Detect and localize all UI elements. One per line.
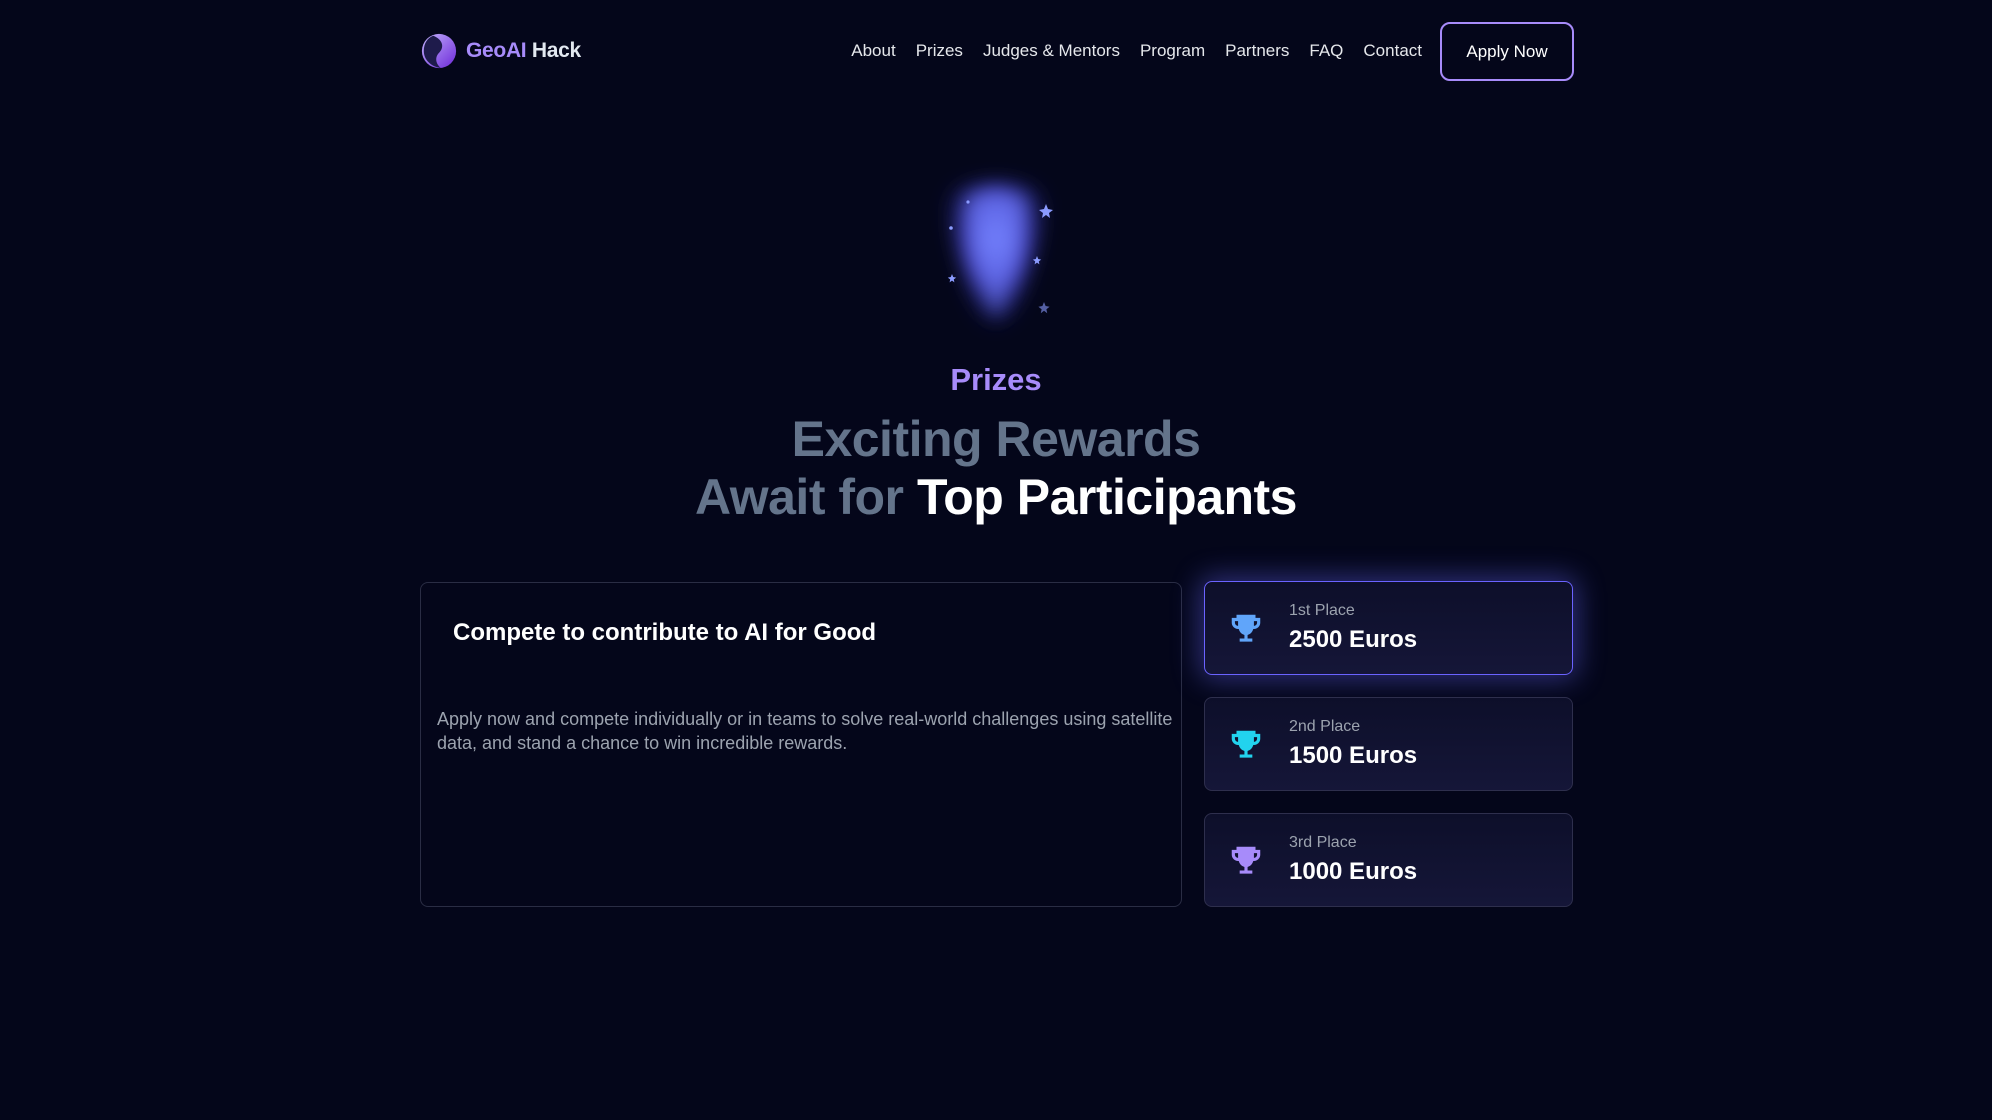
nav-link-contact[interactable]: Contact — [1363, 41, 1422, 61]
prizes-page: GeoAI Hack About Prizes Judges & Mentors… — [0, 0, 1992, 1120]
prize-amount: 1000 Euros — [1289, 858, 1418, 885]
glowing-trophy-icon — [944, 182, 1053, 345]
prize-place: 1st Place — [1289, 602, 1355, 619]
logo-icon — [421, 33, 457, 69]
info-title: Compete to contribute to AI for Good — [453, 619, 877, 646]
trophy-icon — [1231, 614, 1261, 642]
logo-text: GeoAI Hack — [466, 39, 581, 63]
prize-card-2nd: 2nd Place 1500 Euros — [1204, 697, 1573, 791]
info-body: Apply now and compete individually or in… — [437, 709, 1173, 753]
prize-place: 3rd Place — [1289, 834, 1357, 851]
headline-line2-bright: Top Participants — [916, 469, 1298, 525]
logo-link[interactable]: GeoAI Hack — [420, 32, 581, 70]
prize-card-3rd: 3rd Place 1000 Euros — [1204, 813, 1573, 907]
prize-card-1st: 1st Place 2500 Euros — [1204, 581, 1573, 675]
top-nav: GeoAI Hack About Prizes Judges & Mentors… — [420, 22, 1574, 81]
prize-amount: 2500 Euros — [1289, 626, 1418, 653]
trophy-icon — [1231, 846, 1261, 874]
nav-link-prizes[interactable]: Prizes — [916, 41, 963, 61]
nav-link-partners[interactable]: Partners — [1225, 41, 1289, 61]
nav-link-judges-mentors[interactable]: Judges & Mentors — [983, 41, 1120, 61]
nav-link-faq[interactable]: FAQ — [1309, 41, 1343, 61]
nav-link-about[interactable]: About — [851, 41, 895, 61]
nav-link-program[interactable]: Program — [1140, 41, 1205, 61]
headline-line1: Exciting Rewards — [791, 411, 1201, 467]
apply-now-button[interactable]: Apply Now — [1440, 22, 1574, 81]
headline-line2-muted: Await for — [695, 469, 904, 525]
info-card: Compete to contribute to AI for Good App… — [420, 582, 1182, 907]
prize-place: 2nd Place — [1289, 718, 1361, 735]
logo-text-hack: Hack — [531, 39, 581, 62]
section-eyebrow: Prizes — [950, 362, 1042, 397]
prize-amount: 1500 Euros — [1289, 742, 1418, 769]
logo-text-geoai: GeoAI — [466, 39, 527, 62]
trophy-icon — [1231, 730, 1261, 758]
nav-links: About Prizes Judges & Mentors Program Pa… — [851, 22, 1422, 80]
section-headline: Exciting Rewards Await for Top Participa… — [0, 410, 1992, 526]
